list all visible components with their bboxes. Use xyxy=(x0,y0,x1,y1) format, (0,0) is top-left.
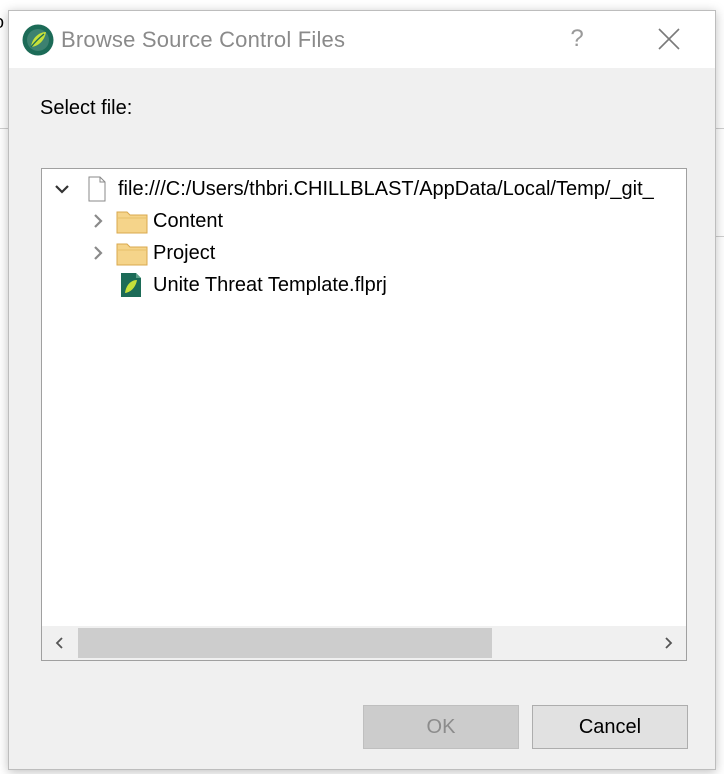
ok-button[interactable]: OK xyxy=(363,705,519,749)
folder-icon xyxy=(116,211,148,234)
cancel-button[interactable]: Cancel xyxy=(532,705,688,749)
background-window-text: o xyxy=(0,12,4,33)
scroll-right-icon[interactable] xyxy=(652,626,686,660)
tree-item-label: Project xyxy=(153,242,216,264)
scrollbar-thumb[interactable] xyxy=(78,628,492,658)
tree-item-label: Content xyxy=(153,210,224,232)
file-tree[interactable]: file:///C:/Users/thbri.CHILLBLAST/AppDat… xyxy=(41,168,687,661)
scroll-left-icon[interactable] xyxy=(42,626,76,660)
dialog-title: Browse Source Control Files xyxy=(61,27,346,52)
background-divider xyxy=(716,236,724,237)
chevron-down-icon[interactable] xyxy=(54,181,70,197)
help-button[interactable]: ? xyxy=(557,19,597,59)
chevron-right-icon[interactable] xyxy=(90,213,106,229)
tree-item-project[interactable]: Project xyxy=(42,237,686,269)
tree-item-root[interactable]: file:///C:/Users/thbri.CHILLBLAST/AppDat… xyxy=(42,173,686,205)
chevron-right-icon[interactable] xyxy=(90,245,106,261)
tree-item-label: Unite Threat Template.flprj xyxy=(153,274,387,296)
title-bar[interactable]: Browse Source Control Files ? xyxy=(9,11,715,68)
folder-icon xyxy=(116,243,148,266)
tree-item-project-file[interactable]: Unite Threat Template.flprj xyxy=(42,269,686,301)
select-file-label: Select file: xyxy=(40,97,133,119)
tree-item-content[interactable]: Content xyxy=(42,205,686,237)
app-logo-icon xyxy=(22,24,54,56)
browse-source-control-dialog: Browse Source Control Files ? Select fil… xyxy=(8,10,716,770)
file-icon xyxy=(88,176,106,202)
background-divider xyxy=(0,128,8,129)
close-icon[interactable] xyxy=(645,19,691,59)
horizontal-scrollbar[interactable] xyxy=(42,626,686,660)
project-file-icon xyxy=(121,273,141,297)
tree-item-label: file:///C:/Users/thbri.CHILLBLAST/AppDat… xyxy=(118,178,654,200)
background-divider xyxy=(716,128,724,129)
